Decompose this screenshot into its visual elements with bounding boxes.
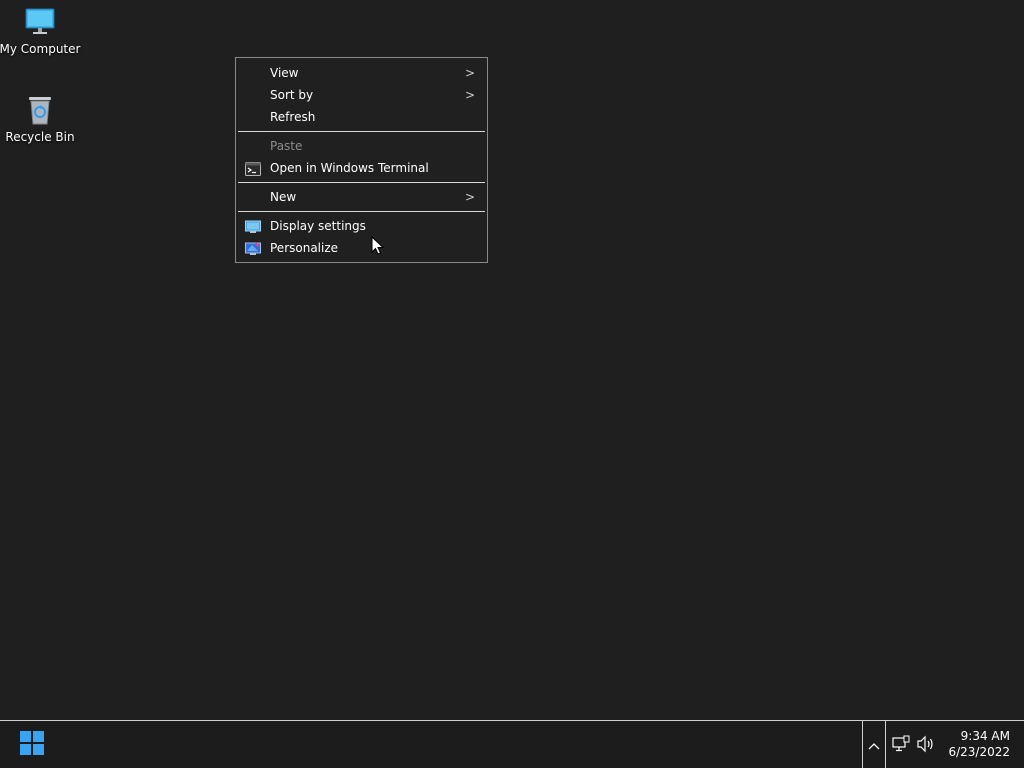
menu-item-label: View: [270, 66, 299, 80]
menu-item-label: Personalize: [270, 241, 339, 255]
desktop-context-menu: View > Sort by > Refresh Paste Open in W…: [235, 57, 488, 263]
menu-item-label: Display settings: [270, 219, 366, 233]
network-icon[interactable]: [892, 735, 910, 753]
desktop[interactable]: My Computer Recycle Bin View > Sort by >…: [0, 0, 1024, 720]
chevron-up-icon: [868, 735, 880, 754]
menu-item-new[interactable]: New >: [236, 186, 487, 208]
menu-item-paste: Paste: [236, 135, 487, 157]
recycle-bin-icon: [24, 94, 56, 126]
menu-separator: [238, 211, 485, 212]
menu-item-view[interactable]: View >: [236, 62, 487, 84]
start-button[interactable]: [16, 730, 48, 760]
menu-item-personalize[interactable]: Personalize: [236, 237, 487, 259]
monitor-icon: [24, 6, 56, 38]
menu-item-refresh[interactable]: Refresh: [236, 106, 487, 128]
display-settings-icon: [245, 219, 261, 233]
menu-item-label: Paste: [270, 139, 303, 153]
chevron-right-icon: >: [464, 88, 475, 102]
menu-item-display-settings[interactable]: Display settings: [236, 215, 487, 237]
clock-date: 6/23/2022: [948, 745, 1010, 759]
clock-time: 9:34 AM: [960, 729, 1010, 743]
desktop-icon-recycle-bin[interactable]: Recycle Bin: [0, 94, 80, 144]
desktop-icon-label: Recycle Bin: [5, 130, 75, 144]
windows-logo-icon: [20, 731, 44, 759]
menu-item-sort-by[interactable]: Sort by >: [236, 84, 487, 106]
taskbar-clock[interactable]: 9:34 AM 6/23/2022: [940, 728, 1010, 760]
terminal-icon: [245, 161, 261, 176]
chevron-right-icon: >: [464, 66, 475, 80]
taskbar: 9:34 AM 6/23/2022: [0, 720, 1024, 768]
volume-icon[interactable]: [916, 735, 936, 753]
menu-separator: [238, 182, 485, 183]
menu-separator: [238, 131, 485, 132]
desktop-icon-my-computer[interactable]: My Computer: [0, 6, 80, 56]
menu-item-label: Sort by: [270, 88, 314, 102]
desktop-icon-label: My Computer: [0, 42, 81, 56]
personalize-icon: [245, 241, 261, 255]
mouse-cursor-icon: [371, 235, 385, 256]
show-hidden-icons-button[interactable]: [862, 721, 886, 768]
menu-item-open-terminal[interactable]: Open in Windows Terminal: [236, 157, 487, 179]
menu-item-label: Refresh: [270, 110, 316, 124]
chevron-right-icon: >: [464, 190, 475, 204]
menu-item-label: New: [270, 190, 297, 204]
menu-item-label: Open in Windows Terminal: [270, 161, 429, 175]
